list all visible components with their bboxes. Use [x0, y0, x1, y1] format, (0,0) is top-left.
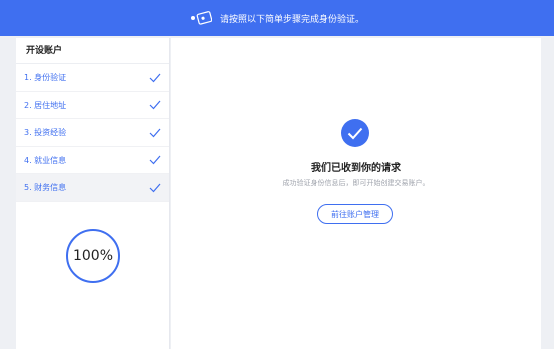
- step-label: 3. 投资经验: [24, 128, 67, 137]
- checkmark-icon: [149, 64, 161, 91]
- step-label: 2. 居住地址: [24, 100, 67, 110]
- step-identity-verification[interactable]: 1. 身份验证: [16, 64, 169, 92]
- step-label: 4. 就业信息: [24, 155, 67, 165]
- progress-value: 100%: [72, 248, 114, 264]
- top-banner: 请按照以下简单步骤完成身份验证。: [0, 0, 554, 36]
- checkmark-icon: [149, 147, 161, 174]
- confirmation-subtext: 成功验证身份信息后，即可开始创建交易账户。: [282, 179, 430, 187]
- confirmation-headline: 我们已收到你的请求: [311, 163, 401, 174]
- go-to-account-management-button[interactable]: 前往账户管理: [317, 204, 393, 224]
- step-label: 5. 财务信息: [24, 183, 67, 192]
- check-circle-icon: [341, 119, 369, 147]
- steps-sidebar: 开设账户 1. 身份验证 2. 居住地址 3. 投资经验 4. 就业信息 5. …: [16, 38, 170, 349]
- progress-circle: 100%: [66, 229, 120, 283]
- checkmark-icon: [149, 174, 161, 201]
- step-financial-info[interactable]: 5. 财务信息: [16, 174, 169, 202]
- checkmark-icon: [149, 119, 161, 146]
- step-investment-experience[interactable]: 3. 投资经验: [16, 119, 169, 147]
- step-label: 1. 身份验证: [24, 73, 67, 82]
- step-employment-info[interactable]: 4. 就业信息: [16, 147, 169, 174]
- sidebar-title: 开设账户: [16, 38, 169, 64]
- step-residential-address[interactable]: 2. 居住地址: [16, 92, 169, 119]
- banner-text: 请按照以下简单步骤完成身份验证。: [219, 14, 364, 25]
- confirmation-panel: 我们已收到你的请求 成功验证身份信息后，即可开始创建交易账户。 前往账户管理: [171, 38, 541, 349]
- id-card-icon: [190, 11, 212, 25]
- checkmark-icon: [149, 92, 161, 119]
